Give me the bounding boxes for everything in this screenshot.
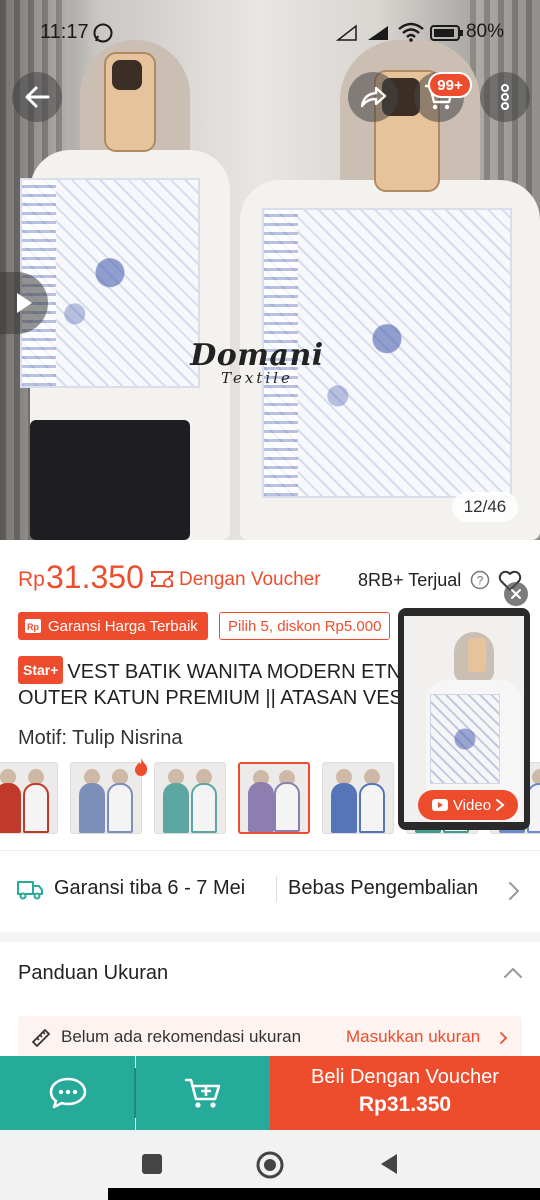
chevron-right-icon bbox=[496, 799, 505, 811]
signal-icon-1 bbox=[336, 24, 357, 41]
variant-thumb[interactable] bbox=[70, 762, 142, 834]
back-triangle-icon[interactable] bbox=[378, 1152, 400, 1176]
add-to-cart-button[interactable] bbox=[136, 1056, 270, 1130]
video-button[interactable]: Video bbox=[418, 790, 518, 820]
image-counter: 12/46 bbox=[452, 492, 518, 522]
divider bbox=[0, 850, 540, 851]
truck-icon bbox=[17, 881, 43, 900]
buy-label: Beli Dengan Voucher bbox=[311, 1066, 499, 1088]
product-title-line2: OUTER KATUN PREMIUM || ATASAN VEST bbox=[18, 687, 410, 709]
more-vertical-icon bbox=[501, 84, 509, 110]
status-bar: 11:17 80% bbox=[0, 0, 540, 66]
more-options-button[interactable] bbox=[480, 72, 530, 122]
battery-percent: 80% bbox=[465, 21, 504, 42]
shopee-video-icon bbox=[431, 799, 448, 811]
size-reco-text: Belum ada rekomendasi ukuran bbox=[61, 1027, 302, 1046]
price-guarantee-label: Garansi Harga Terbaik bbox=[48, 617, 198, 635]
question-icon[interactable]: ? bbox=[470, 570, 490, 590]
bundle-discount-badge[interactable]: Pilih 5, diskon Rp5.000 bbox=[219, 612, 391, 640]
sold-count: 8RB+ Terjual bbox=[358, 570, 462, 590]
back-button[interactable] bbox=[12, 72, 62, 122]
chevron-up-icon[interactable] bbox=[502, 966, 524, 980]
status-time: 11:17 bbox=[40, 21, 89, 43]
brand-watermark: Domani Textile bbox=[182, 338, 332, 387]
product-title-line1: VEST BATIK WANITA MODERN ETNIK bbox=[67, 661, 410, 683]
size-guide-title[interactable]: Panduan Ukuran bbox=[18, 962, 168, 985]
thumb-swatch bbox=[107, 783, 133, 833]
price-tag-icon: Rp bbox=[25, 619, 41, 633]
share-button[interactable] bbox=[348, 72, 398, 122]
fire-icon bbox=[135, 758, 148, 776]
star-plus-badge: Star+ bbox=[18, 656, 64, 684]
delivery-guarantee: Garansi tiba 6 - 7 Mei bbox=[54, 877, 246, 899]
signal-icon-2 bbox=[368, 26, 388, 40]
video-label: Video bbox=[452, 796, 492, 814]
selected-motif: Motif: Tulip Nisrina bbox=[18, 727, 183, 749]
price-guarantee-badge[interactable]: Rp Garansi Harga Terbaik bbox=[18, 612, 208, 640]
chevron-right-icon bbox=[509, 882, 520, 900]
bottom-action-bar: Beli Dengan Voucher Rp31.350 bbox=[0, 1056, 540, 1130]
buy-with-voucher-button[interactable]: Beli Dengan Voucher Rp31.350 bbox=[270, 1056, 540, 1130]
thumb-swatch bbox=[331, 783, 357, 833]
thumb-swatch bbox=[0, 783, 21, 833]
thumb-swatch bbox=[163, 783, 189, 833]
voucher-icon bbox=[151, 571, 173, 588]
ruler-icon bbox=[32, 1029, 50, 1047]
recent-apps-icon[interactable] bbox=[142, 1154, 162, 1174]
price-value: 31.350 bbox=[46, 559, 144, 595]
svg-text:?: ? bbox=[477, 574, 484, 588]
free-returns: Bebas Pengembalian bbox=[288, 877, 479, 899]
shipping-row[interactable]: Garansi tiba 6 - 7 Mei Bebas Pengembalia… bbox=[0, 862, 540, 918]
close-icon bbox=[511, 589, 521, 599]
chat-button[interactable] bbox=[0, 1056, 135, 1130]
close-video-button[interactable] bbox=[504, 582, 528, 606]
play-icon bbox=[17, 293, 32, 313]
variant-thumb[interactable] bbox=[154, 762, 226, 834]
svg-text:Rp: Rp bbox=[27, 622, 39, 632]
nav-gesture-bar bbox=[108, 1188, 540, 1200]
price-row: Rp 31.350 Dengan Voucher 8RB+ Terjual ? bbox=[0, 556, 540, 604]
variant-thumb[interactable] bbox=[322, 762, 394, 834]
add-to-cart-icon bbox=[185, 1078, 221, 1108]
thumb-swatch bbox=[248, 782, 274, 832]
product-title: Star+ VEST BATIK WANITA MODERN ETNIK OUTE… bbox=[18, 656, 410, 712]
cart-count-badge: 99+ bbox=[428, 72, 472, 98]
chevron-right-icon bbox=[500, 1032, 508, 1044]
thumb-swatch bbox=[274, 782, 300, 832]
section-gap bbox=[0, 932, 540, 942]
buy-price: Rp31.350 bbox=[358, 1093, 452, 1116]
thumb-swatch bbox=[79, 783, 105, 833]
home-icon[interactable] bbox=[255, 1150, 285, 1180]
thumb-swatch bbox=[359, 783, 385, 833]
share-arrow-icon bbox=[360, 86, 387, 108]
enter-size-link[interactable]: Masukkan ukuran bbox=[346, 1027, 480, 1047]
price-currency: Rp bbox=[18, 568, 45, 591]
voucher-label[interactable]: Dengan Voucher bbox=[179, 569, 321, 591]
variant-thumb[interactable] bbox=[0, 762, 58, 834]
battery-icon bbox=[430, 25, 463, 41]
thumb-swatch bbox=[191, 783, 217, 833]
thumb-swatch bbox=[23, 783, 49, 833]
variant-thumb-selected[interactable] bbox=[238, 762, 310, 834]
chat-icon bbox=[49, 1077, 86, 1109]
watermark-main: Domani bbox=[190, 338, 324, 373]
arrow-left-icon bbox=[25, 86, 50, 108]
wifi-icon bbox=[398, 22, 424, 42]
whatsapp-icon bbox=[93, 23, 113, 43]
separator bbox=[276, 876, 277, 902]
size-recommendation-box[interactable]: Belum ada rekomendasi ukuran Masukkan uk… bbox=[18, 1016, 522, 1060]
